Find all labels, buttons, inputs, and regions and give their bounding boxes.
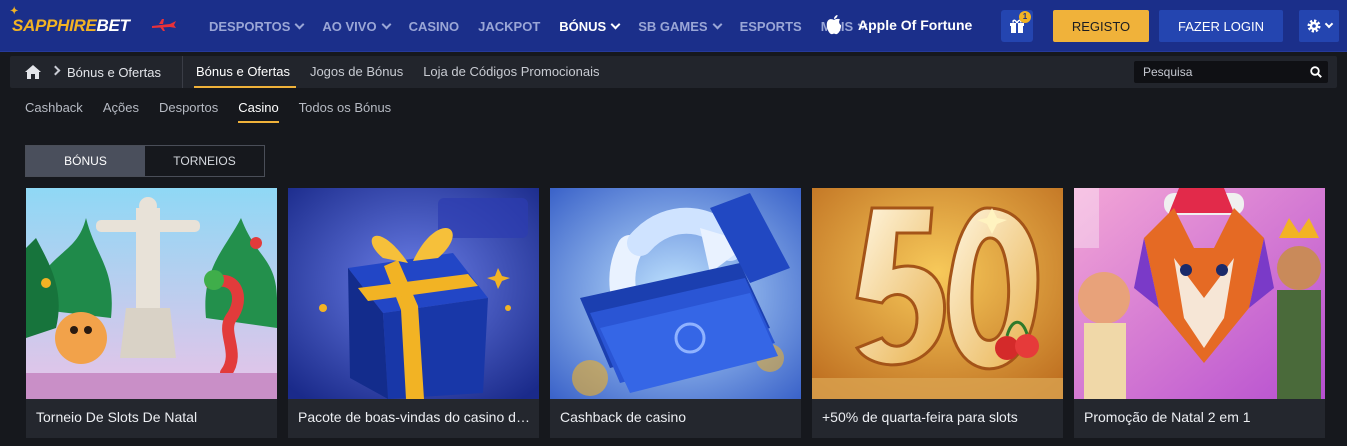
promo-card-title: +50% de quarta-feira para slots <box>822 409 1018 425</box>
settings-button[interactable] <box>1299 10 1339 42</box>
nav-sb-games[interactable]: SB GAMES <box>638 19 723 34</box>
bonus-tournament-toggle: BÓNUS TORNEIOS <box>25 145 265 177</box>
promo-card-title: Cashback de casino <box>560 409 687 425</box>
sapphirebet-logo[interactable]: ✦ SAPPHIRE BET <box>10 6 130 39</box>
top-header: ✦ SAPPHIRE BET DESPORTOS AO VIVO CASINO J… <box>0 0 1347 52</box>
search-icon[interactable] <box>1310 66 1322 78</box>
breadcrumb-bar: Bónus e Ofertas Bónus e Ofertas Jogos de… <box>10 56 1337 88</box>
category-acoes[interactable]: Ações <box>103 100 139 123</box>
home-icon[interactable] <box>25 65 41 79</box>
breadcrumb-chevron-icon <box>50 65 61 76</box>
category-tabs: Cashback Ações Desportos Casino Todos os… <box>25 100 411 123</box>
nav-bonus[interactable]: BÓNUS <box>559 19 621 34</box>
promo-card[interactable]: Torneio De Slots De Natal <box>26 188 277 438</box>
category-desportos[interactable]: Desportos <box>159 100 218 123</box>
chevron-down-icon <box>712 19 723 29</box>
chevron-down-icon <box>1324 19 1334 29</box>
nav-casino[interactable]: CASINO <box>409 19 460 34</box>
main-nav: DESPORTOS AO VIVO CASINO JACKPOT BÓNUS S… <box>209 0 885 52</box>
welcome-gift-box-image <box>288 188 539 399</box>
tab-loja-codigos[interactable]: Loja de Códigos Promocionais <box>423 56 599 88</box>
gift-count-badge: 1 <box>1019 11 1031 23</box>
promo-card-title: Torneio De Slots De Natal <box>36 409 198 425</box>
nav-ao-vivo[interactable]: AO VIVO <box>322 19 392 34</box>
promo-card[interactable]: Cashback de casino <box>550 188 801 438</box>
tab-jogos-de-bonus[interactable]: Jogos de Bónus <box>310 56 403 88</box>
promo-card-title: Promoção de Natal 2 em 1 <box>1084 409 1251 425</box>
register-button[interactable]: REGISTO <box>1053 10 1149 42</box>
christmas-2in1-promo-image <box>1074 188 1325 399</box>
christmas-slots-tournament-image <box>26 188 277 399</box>
search-input[interactable] <box>1134 61 1304 83</box>
search-box <box>1134 61 1328 83</box>
login-button[interactable]: FAZER LOGIN <box>1159 10 1283 42</box>
wednesday-slots-bonus-image <box>812 188 1063 399</box>
category-todos-bonus[interactable]: Todos os Bónus <box>299 100 392 123</box>
apple-icon[interactable] <box>824 14 844 36</box>
breadcrumb-current: Bónus e Ofertas <box>67 65 161 80</box>
promo-cards: Torneio De Slots De Natal Pacote de boas… <box>26 188 1336 438</box>
promo-card-title: Pacote de boas-vindas do casino de até 1… <box>298 409 530 425</box>
nav-esports[interactable]: ESPORTS <box>740 19 802 34</box>
nav-jackpot[interactable]: JACKPOT <box>478 19 540 34</box>
chevron-down-icon <box>381 19 392 29</box>
toggle-bonus[interactable]: BÓNUS <box>26 146 145 176</box>
gear-icon <box>1307 19 1321 33</box>
promo-card[interactable]: Pacote de boas-vindas do casino de até 1… <box>288 188 539 438</box>
promo-card[interactable]: +50% de quarta-feira para slots <box>812 188 1063 438</box>
chevron-down-icon <box>610 19 621 29</box>
gift-button[interactable]: 1 <box>1001 10 1033 42</box>
subnav-tabs: Bónus e Ofertas Jogos de Bónus Loja de C… <box>194 56 620 88</box>
category-cashback[interactable]: Cashback <box>25 100 83 123</box>
sparkle-icon: ✦ <box>10 6 19 17</box>
nav-desportos[interactable]: DESPORTOS <box>209 19 305 34</box>
category-casino[interactable]: Casino <box>238 100 280 123</box>
divider <box>182 56 183 88</box>
chevron-down-icon <box>294 19 305 29</box>
apple-of-fortune-link[interactable]: Apple Of Fortune <box>858 17 972 33</box>
promo-card[interactable]: Promoção de Natal 2 em 1 <box>1074 188 1325 438</box>
toggle-tournaments[interactable]: TORNEIOS <box>145 146 264 176</box>
aviator-plane-icon[interactable] <box>150 17 178 33</box>
tab-bonus-ofertas[interactable]: Bónus e Ofertas <box>194 56 296 88</box>
casino-cashback-image <box>550 188 801 399</box>
